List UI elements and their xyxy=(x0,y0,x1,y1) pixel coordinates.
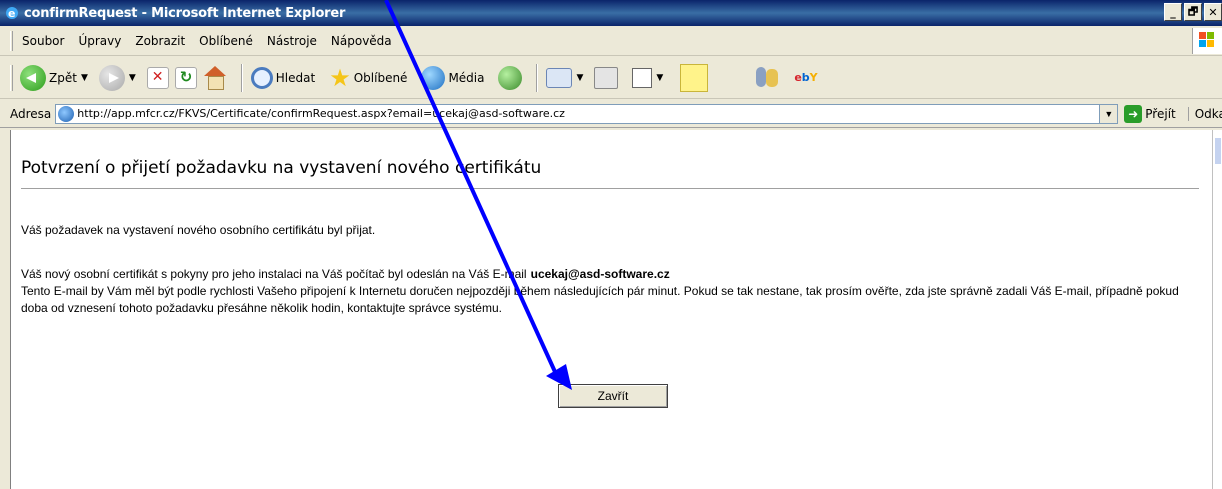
back-button[interactable]: Zpět ▼ xyxy=(20,61,93,95)
page-icon xyxy=(58,105,75,122)
menu-item-oblibene[interactable]: Oblíbené xyxy=(199,34,253,48)
window-title: confirmRequest - Microsoft Internet Expl… xyxy=(24,5,346,21)
close-button[interactable]: Zavřít xyxy=(558,384,668,408)
svg-text:e: e xyxy=(8,7,15,20)
toolbar-separator xyxy=(240,63,243,92)
windows-flag-icon xyxy=(1192,28,1222,54)
search-button[interactable]: Hledat xyxy=(250,61,316,95)
standard-toolbar: Zpět ▼ ▼ Hledat ★ Oblíbené Média xyxy=(0,57,1222,99)
window-controls: _ 🗗 ✕ xyxy=(1164,3,1222,21)
go-button[interactable]: ➜ Přejít xyxy=(1124,104,1176,123)
ebay-icon: ebY xyxy=(794,71,818,84)
menu-item-napoveda[interactable]: Nápověda xyxy=(331,34,392,48)
stop-button[interactable] xyxy=(146,61,169,95)
email-address: ucekaj@asd-software.cz xyxy=(530,267,670,281)
refresh-icon xyxy=(174,66,197,89)
address-field[interactable]: ▼ xyxy=(55,103,1119,124)
forward-button[interactable]: ▼ xyxy=(98,61,141,95)
forward-dropdown-icon[interactable]: ▼ xyxy=(129,73,136,83)
vertical-scrollbar[interactable] xyxy=(1212,130,1222,489)
forward-icon xyxy=(98,64,125,91)
menu-item-zobrazit[interactable]: Zobrazit xyxy=(135,34,185,48)
mail-button[interactable]: ▼ xyxy=(546,61,588,95)
ie-logo-icon: e xyxy=(4,5,20,21)
certificate-sent-text: Váš nový osobní certifikát s pokyny pro … xyxy=(21,266,1201,317)
menu-bar: Soubor Úpravy Zobrazit Oblíbené Nástroje… xyxy=(0,26,1222,56)
note-button[interactable] xyxy=(674,61,709,95)
toolbar-separator-2 xyxy=(536,63,539,92)
mail-icon xyxy=(546,67,573,88)
menu-item-soubor[interactable]: Soubor xyxy=(22,34,64,48)
title-bar: e confirmRequest - Microsoft Internet Ex… xyxy=(0,0,1222,26)
address-dropdown-icon[interactable]: ▼ xyxy=(1099,104,1118,123)
page-content: Potvrzení o přijetí požadavku na vystave… xyxy=(10,130,1212,489)
back-icon xyxy=(20,64,46,91)
menu-grip[interactable] xyxy=(10,31,13,51)
print-button[interactable] xyxy=(594,61,619,95)
history-icon xyxy=(498,65,523,90)
messenger-icon xyxy=(754,65,780,91)
links-button[interactable]: Odkazy xyxy=(1187,106,1222,121)
search-icon xyxy=(250,66,273,89)
go-label: Přejít xyxy=(1145,106,1176,121)
request-accepted-text: Váš požadavek na vystavení nového osobní… xyxy=(21,223,376,237)
media-icon xyxy=(421,65,446,90)
ebay-button[interactable]: ebY xyxy=(786,61,817,95)
toolbar-grip[interactable] xyxy=(10,65,13,91)
search-label: Hledat xyxy=(275,70,316,85)
media-button[interactable]: Média xyxy=(421,61,484,95)
favorites-star-icon: ★ xyxy=(329,63,351,92)
edit-icon xyxy=(632,67,653,88)
close-window-button[interactable]: ✕ xyxy=(1204,3,1222,21)
go-arrow-icon: ➜ xyxy=(1124,104,1143,123)
menu-item-nastroje[interactable]: Nástroje xyxy=(267,34,317,48)
minimize-button[interactable]: _ xyxy=(1164,3,1182,21)
home-button[interactable] xyxy=(203,61,227,95)
page-title: Potvrzení o přijetí požadavku na vystave… xyxy=(21,158,542,178)
browser-window: e confirmRequest - Microsoft Internet Ex… xyxy=(0,0,1222,489)
address-label: Adresa xyxy=(10,106,52,121)
refresh-button[interactable] xyxy=(174,61,197,95)
edit-dropdown-icon[interactable]: ▼ xyxy=(656,73,663,83)
delivery-info-text: Tento E-mail by Vám měl být podle rychlo… xyxy=(21,284,1179,315)
favorites-label: Oblíbené xyxy=(353,70,408,85)
back-dropdown-icon[interactable]: ▼ xyxy=(81,73,88,83)
mail-dropdown-icon[interactable]: ▼ xyxy=(576,73,583,83)
stop-icon xyxy=(146,66,169,89)
messenger-button[interactable] xyxy=(714,61,780,95)
note-icon xyxy=(680,63,709,92)
certificate-sent-prefix: Váš nový osobní certifikát s pokyny pro … xyxy=(21,267,527,281)
media-label: Média xyxy=(448,70,485,85)
address-bar: Adresa ▼ ➜ Přejít Odkazy xyxy=(0,100,1222,128)
title-divider xyxy=(21,188,1199,189)
back-label: Zpět xyxy=(49,70,77,85)
history-button[interactable] xyxy=(498,61,523,95)
menu-item-upravy[interactable]: Úpravy xyxy=(78,34,121,48)
edit-button[interactable]: ▼ xyxy=(632,61,668,95)
restore-button[interactable]: 🗗 xyxy=(1184,3,1202,21)
home-icon xyxy=(203,65,227,90)
address-input[interactable] xyxy=(77,105,1118,122)
scrollbar-thumb[interactable] xyxy=(1215,138,1221,164)
favorites-button[interactable]: ★ Oblíbené xyxy=(329,61,407,95)
print-icon xyxy=(594,66,619,89)
